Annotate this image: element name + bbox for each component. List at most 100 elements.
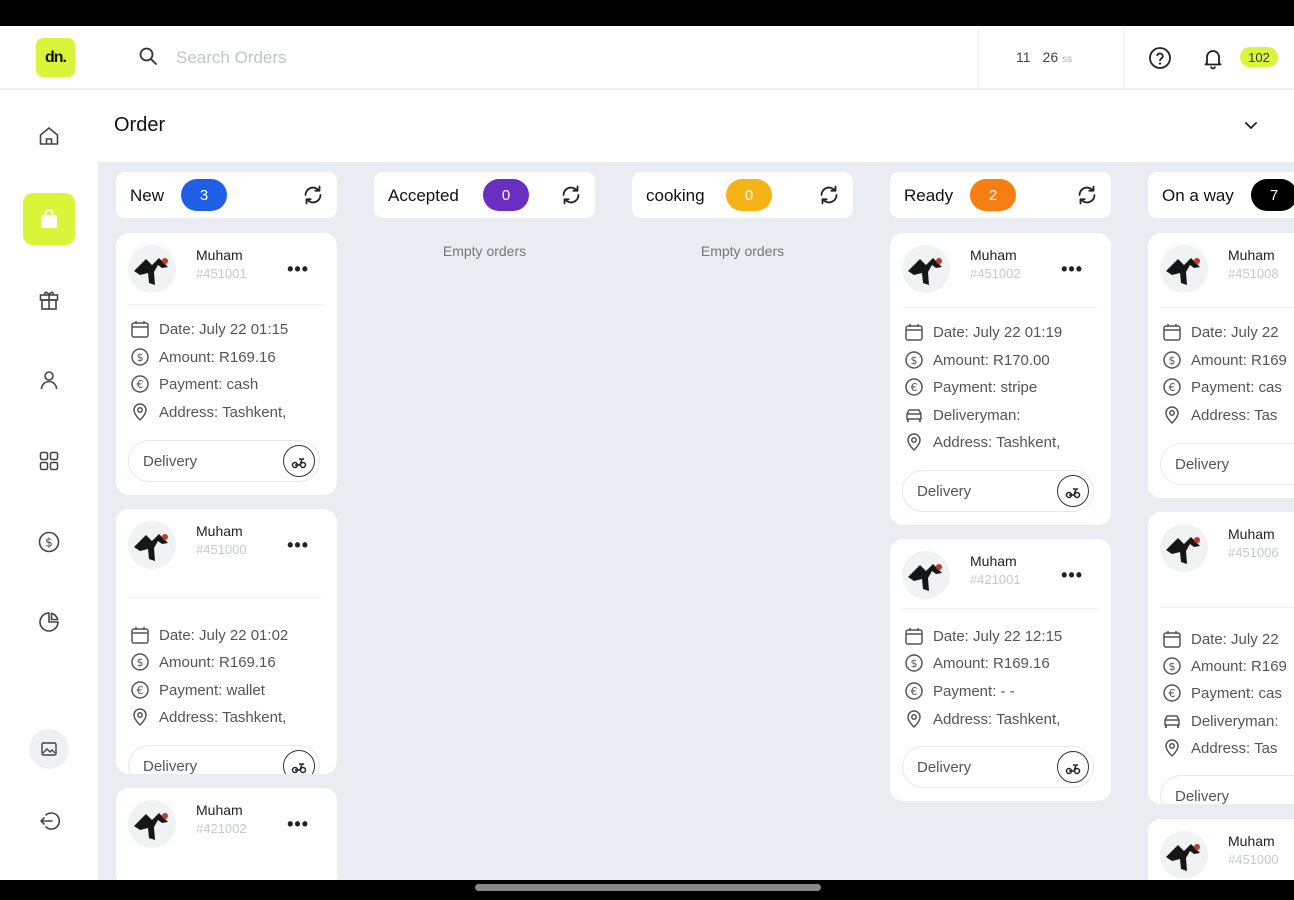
svg-text:€: € xyxy=(137,378,144,391)
delivery-type-pill[interactable]: Delivery xyxy=(902,470,1094,512)
count-badge: 0 xyxy=(483,179,529,211)
dollar-icon: $ xyxy=(131,348,149,366)
more-options-icon[interactable]: ••• xyxy=(1061,565,1083,586)
svg-text:$: $ xyxy=(911,657,918,670)
avatar xyxy=(1160,245,1208,293)
location-pin-icon xyxy=(907,710,921,729)
order-amount: $ Amount: R170.00 xyxy=(904,350,1050,370)
delivery-type-pill[interactable]: Delivery xyxy=(128,440,320,482)
sidebar-item-products[interactable] xyxy=(23,274,75,326)
app-logo[interactable]: dn. xyxy=(36,38,75,77)
refresh-icon[interactable] xyxy=(1075,183,1099,212)
top-bar: dn. Search Orders 11 26 ss 102 xyxy=(0,26,1294,89)
delivery-scooter-icon xyxy=(1057,475,1089,507)
refresh-icon[interactable] xyxy=(301,183,325,212)
divider xyxy=(902,307,1098,308)
refresh-icon[interactable] xyxy=(559,183,583,212)
order-card[interactable]: Muham #421001 ••• Date: July 22 12:15 $ A… xyxy=(890,539,1111,801)
more-options-icon[interactable]: ••• xyxy=(287,259,309,280)
user-icon xyxy=(40,371,58,390)
page-header: Order xyxy=(98,90,1294,162)
order-id: #451006 xyxy=(1228,545,1279,560)
svg-text:€: € xyxy=(911,685,918,698)
order-address: Address: Tashkent, xyxy=(904,432,1060,452)
customer-name: Muham xyxy=(1228,526,1275,542)
page-title: Order xyxy=(114,114,166,136)
sidebar: $ xyxy=(0,90,98,880)
location-pin-icon xyxy=(1165,406,1179,425)
more-options-icon[interactable]: ••• xyxy=(287,535,309,556)
column-header-ready[interactable]: Ready 2 xyxy=(890,172,1111,218)
chevron-down-icon[interactable] xyxy=(1242,116,1260,139)
location-pin-icon xyxy=(133,708,147,727)
order-card[interactable]: Muham #451008 Date: July 22 $ Amount: R16… xyxy=(1148,233,1294,498)
more-options-icon[interactable]: ••• xyxy=(1061,259,1083,280)
pie-chart-icon xyxy=(39,612,59,632)
delivery-type-pill[interactable]: Delivery xyxy=(128,745,320,774)
order-payment: € Payment: cas xyxy=(1162,377,1282,397)
order-amount: $ Amount: R169.16 xyxy=(904,653,1050,673)
svg-text:€: € xyxy=(1169,687,1176,700)
sidebar-item-home[interactable] xyxy=(23,110,75,162)
calendar-icon xyxy=(1163,324,1181,341)
order-payment: € Payment: wallet xyxy=(130,680,265,700)
sidebar-item-gallery[interactable] xyxy=(29,729,69,769)
count-badge: 0 xyxy=(726,179,772,211)
notification-badge[interactable]: 102 xyxy=(1240,47,1278,67)
sidebar-item-users[interactable] xyxy=(23,354,75,406)
customer-name: Muham xyxy=(196,247,243,263)
order-card[interactable]: Muham #451006 Date: July 22 $ Amount: R16… xyxy=(1148,512,1294,804)
order-address: Address: Tas xyxy=(1162,405,1277,425)
bell-icon[interactable] xyxy=(1200,45,1226,71)
svg-text:$: $ xyxy=(911,354,918,367)
order-card[interactable]: Muham #451002 ••• Date: July 22 01:19 $ A… xyxy=(890,233,1111,525)
delivery-type-pill[interactable]: Delivery xyxy=(902,746,1094,788)
avatar xyxy=(902,551,950,599)
order-card[interactable]: Muham #421002 ••• xyxy=(116,788,337,880)
divider xyxy=(1160,307,1294,308)
order-card[interactable]: Muham #451000 ••• Date: July 22 01:02 $ A… xyxy=(116,509,337,774)
order-card[interactable]: Muham #451001 ••• Date: July 22 01:15 $ A… xyxy=(116,233,337,495)
delivery-type-pill[interactable]: Delivery xyxy=(1160,775,1294,804)
svg-text:$: $ xyxy=(137,656,144,669)
order-payment: € Payment: cash xyxy=(130,374,258,394)
sidebar-item-logout[interactable] xyxy=(23,795,75,847)
order-card[interactable]: Muham #451000 xyxy=(1148,819,1294,880)
sidebar-item-payments[interactable]: $ xyxy=(23,516,75,568)
location-pin-icon xyxy=(133,403,147,422)
customer-name: Muham xyxy=(196,802,243,818)
clock-seconds: ss xyxy=(1062,54,1073,65)
column-header-cooking[interactable]: cooking 0 xyxy=(632,172,853,218)
column-header-new[interactable]: New 3 xyxy=(116,172,337,218)
search-bar[interactable]: Search Orders xyxy=(138,44,287,72)
avatar xyxy=(128,245,176,293)
home-indicator[interactable] xyxy=(475,884,821,891)
payment-icon: € xyxy=(1163,378,1181,396)
delivery-scooter-icon xyxy=(283,750,315,774)
column-header-accepted[interactable]: Accepted 0 xyxy=(374,172,595,218)
payment-icon: € xyxy=(1163,684,1181,702)
avatar xyxy=(1160,831,1208,879)
order-address: Address: Tashkent, xyxy=(130,707,286,727)
help-icon[interactable] xyxy=(1147,45,1173,71)
order-address: Address: Tashkent, xyxy=(130,402,286,422)
order-amount: $ Amount: R169.16 xyxy=(130,652,276,672)
sidebar-item-orders[interactable] xyxy=(23,193,75,245)
order-deliveryman: Deliveryman: xyxy=(1162,711,1279,731)
car-icon xyxy=(1164,715,1180,728)
order-payment: € Payment: - - xyxy=(904,681,1015,701)
divider xyxy=(128,304,324,305)
calendar-icon xyxy=(905,324,923,341)
order-date: Date: July 22 01:19 xyxy=(904,322,1062,342)
search-input[interactable]: Search Orders xyxy=(176,48,287,68)
sidebar-item-reports[interactable] xyxy=(23,596,75,648)
refresh-icon[interactable] xyxy=(817,183,841,212)
order-id: #451002 xyxy=(970,266,1021,281)
more-options-icon[interactable]: ••• xyxy=(287,814,309,835)
column-header-on-a-way[interactable]: On a way 7 xyxy=(1148,172,1294,218)
dollar-icon: $ xyxy=(38,531,60,553)
order-address: Address: Tas xyxy=(1162,738,1277,758)
payment-icon: € xyxy=(905,682,923,700)
delivery-type-pill[interactable]: Delivery xyxy=(1160,443,1294,485)
sidebar-item-dashboard[interactable] xyxy=(23,435,75,487)
